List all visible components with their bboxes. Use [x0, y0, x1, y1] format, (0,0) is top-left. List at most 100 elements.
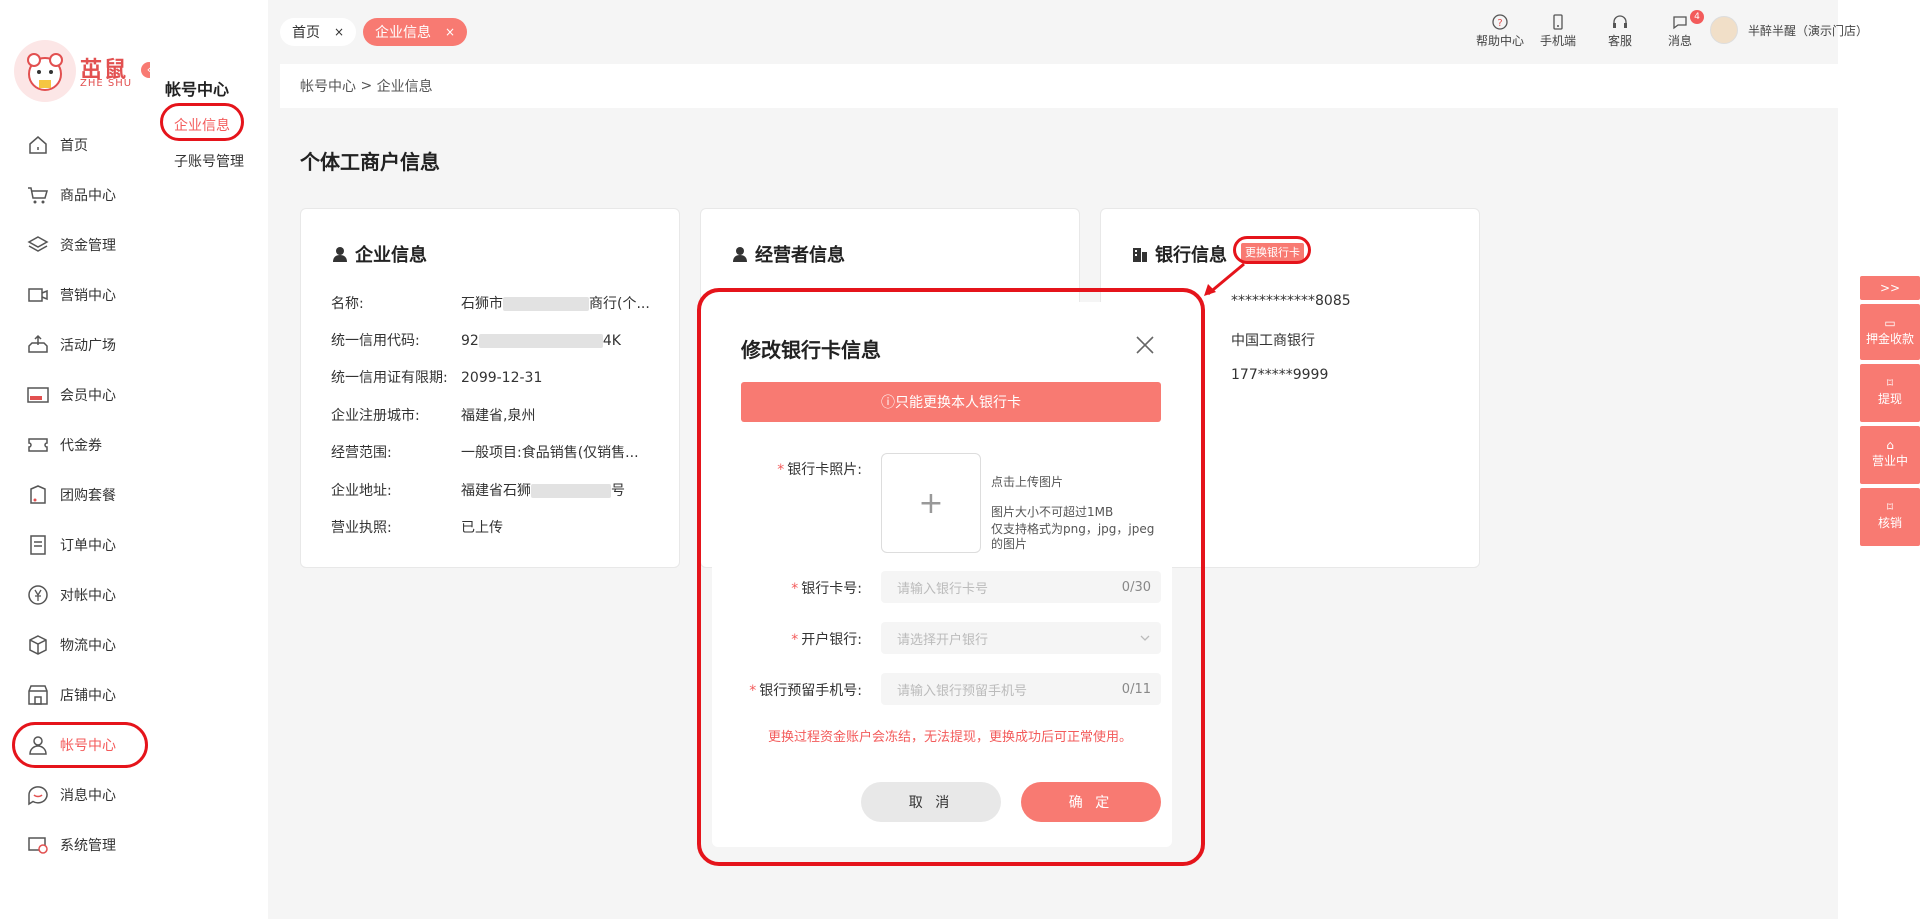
- cancel-button[interactable]: 取 消: [861, 782, 1001, 822]
- mobile-button[interactable]: 手机端: [1540, 14, 1576, 49]
- cart-icon: [28, 187, 48, 204]
- sidebar-item-marketing[interactable]: 营销中心: [26, 278, 146, 312]
- label-text: 开户银行:: [801, 632, 862, 648]
- message-icon: [1673, 16, 1687, 30]
- row-label: 统一信用证有限期:: [331, 370, 448, 386]
- row-label: 统一信用代码:: [331, 333, 420, 349]
- yen-icon: [28, 585, 48, 605]
- sidebar-item-orders[interactable]: 订单中心: [26, 528, 146, 562]
- sidebar-item-logistics[interactable]: 物流中心: [26, 628, 146, 662]
- breadcrumb-root[interactable]: 帐号中心: [300, 76, 356, 96]
- withdraw-button[interactable]: ⌑ 提现: [1860, 364, 1920, 422]
- deposit-button[interactable]: ▭ 押金收款: [1860, 304, 1920, 360]
- input-placeholder: 请输入银行预留手机号: [897, 683, 1028, 699]
- mascot-icon: [14, 40, 76, 102]
- upload-format-hint: 仅支持格式为png，jpg，jpeg: [991, 522, 1155, 536]
- row-value: 已上传: [461, 520, 503, 536]
- annotation-arrow-icon: [1204, 262, 1245, 296]
- sidebar-item-store[interactable]: 店铺中心: [26, 678, 146, 712]
- breadcrumb-separator: >: [356, 78, 377, 94]
- card-icon: ▭: [1884, 316, 1896, 330]
- business-label: 营业中: [1871, 454, 1908, 468]
- label-text: 银行卡号:: [801, 581, 862, 597]
- expand-button[interactable]: >>: [1860, 276, 1920, 300]
- row-value-suffix: 商行(个...: [589, 296, 650, 312]
- upload-tray-icon: [28, 334, 48, 353]
- phone-input[interactable]: 请输入银行预留手机号 0/11: [881, 673, 1161, 705]
- row-label: 企业地址:: [331, 483, 392, 499]
- sidebar-item-group-buy[interactable]: 团购套餐: [26, 478, 146, 512]
- close-icon[interactable]: [1134, 334, 1156, 356]
- verify-label: 核销: [1877, 516, 1902, 530]
- sidebar-item-reconcile[interactable]: 对帐中心: [26, 578, 146, 612]
- bank-name: 中国工商银行: [1231, 333, 1315, 349]
- sidebar-item-label: 首页: [60, 138, 88, 154]
- home-icon: [29, 136, 47, 154]
- tab-label: 首页: [292, 25, 320, 41]
- store-icon: [28, 685, 48, 705]
- sidebar-item-label: 系统管理: [60, 838, 116, 854]
- tab-home[interactable]: 首页 ×: [280, 18, 357, 46]
- sidebar-item-messages[interactable]: 消息中心: [26, 778, 146, 812]
- breadcrumb: 帐号中心 > 企业信息: [280, 64, 1920, 108]
- mobile-icon: [1553, 14, 1563, 30]
- chevron-down-icon: [1140, 635, 1150, 641]
- verify-button[interactable]: ⌑ 核销: [1860, 488, 1920, 546]
- row-value-suffix: 4K: [602, 333, 621, 349]
- svg-text:?: ?: [1497, 18, 1502, 29]
- avatar: [1710, 16, 1738, 44]
- chat-icon: [28, 786, 48, 806]
- required-mark: *: [791, 581, 799, 597]
- building-icon: [1133, 248, 1147, 262]
- help-icon: ?: [1492, 14, 1508, 30]
- freeze-warning-note: 更换过程资金账户会冻结，无法提现，更换成功后可正常使用。: [768, 730, 1133, 745]
- enterprise-info-card: 企业信息 名称: 石狮市 商行(个... 统一信用代码: 92 4K 统一信用证有限期:…: [300, 208, 680, 568]
- sidebar-item-members[interactable]: 会员中心: [26, 378, 146, 412]
- sidebar-item-activity[interactable]: 活动广场: [26, 328, 146, 362]
- sidebar-item-system[interactable]: 系统管理: [26, 828, 146, 862]
- input-placeholder: 请输入银行卡号: [897, 581, 989, 597]
- annotation-circle: [160, 103, 244, 141]
- close-icon[interactable]: ×: [334, 25, 344, 39]
- headset-icon: [1613, 15, 1627, 28]
- card-number-input[interactable]: 请输入银行卡号 0/30: [881, 571, 1161, 603]
- bank-phone: 177*****9999: [1231, 367, 1329, 383]
- label-text: 银行卡照片:: [787, 462, 862, 478]
- row-label: 企业注册城市:: [331, 408, 420, 424]
- service-label: 客服: [1608, 34, 1633, 48]
- user-menu[interactable]: 半醉半醒（演示门店）: [1710, 16, 1868, 44]
- sidebar-item-funds[interactable]: 资金管理: [26, 228, 146, 262]
- close-icon[interactable]: ×: [445, 25, 455, 39]
- main-sidebar: 茁鼠 ZHE SHU 首页 商品中心 资金管理 营销中心 活动广场 会员中心 代…: [0, 0, 150, 919]
- sidebar-item-products[interactable]: 商品中心: [26, 178, 146, 212]
- row-value: 福建省,泉州: [461, 408, 536, 424]
- tab-enterprise-info[interactable]: 企业信息 ×: [363, 18, 468, 46]
- sidebar-item-vouchers[interactable]: 代金券: [26, 428, 146, 462]
- sidebar-item-label: 对帐中心: [60, 588, 116, 604]
- message-count-badge: 4: [1690, 10, 1704, 24]
- sidebar-item-label: 会员中心: [60, 388, 116, 404]
- phone-label: * 银行预留手机号:: [722, 680, 862, 700]
- subnav-item-subaccounts[interactable]: 子账号管理: [174, 151, 244, 171]
- required-mark: *: [749, 683, 757, 699]
- user-name: 半醉半醒（演示门店）: [1748, 23, 1869, 38]
- char-counter: 0/11: [1121, 681, 1151, 697]
- sidebar-item-home[interactable]: 首页: [26, 128, 146, 162]
- sidebar-item-label: 资金管理: [60, 238, 116, 254]
- business-status-button[interactable]: ⌂ 营业中: [1860, 426, 1920, 484]
- bank-select[interactable]: 请选择开户银行: [881, 622, 1161, 654]
- row-value: 2099-12-31: [461, 370, 543, 386]
- warning-banner: ⓘ只能更换本人银行卡: [741, 382, 1161, 422]
- info-row-credit-code: 统一信用代码: 92 4K: [331, 330, 621, 350]
- help-center-button[interactable]: ? 帮助中心: [1476, 14, 1524, 49]
- messages-button[interactable]: 4 消息: [1668, 10, 1704, 49]
- modal-title: 修改银行卡信息: [741, 338, 881, 362]
- card-number-label: * 银行卡号:: [722, 578, 862, 598]
- card-title: 经营者信息: [731, 241, 845, 267]
- confirm-button[interactable]: 确 定: [1021, 782, 1161, 822]
- sidebar-item-label: 代金券: [60, 438, 102, 454]
- customer-service-button[interactable]: 客服: [1608, 14, 1632, 49]
- logo-subtext: ZHE SHU: [80, 78, 133, 89]
- row-value: 92: [461, 333, 479, 349]
- upload-card-photo-button[interactable]: +: [881, 453, 981, 553]
